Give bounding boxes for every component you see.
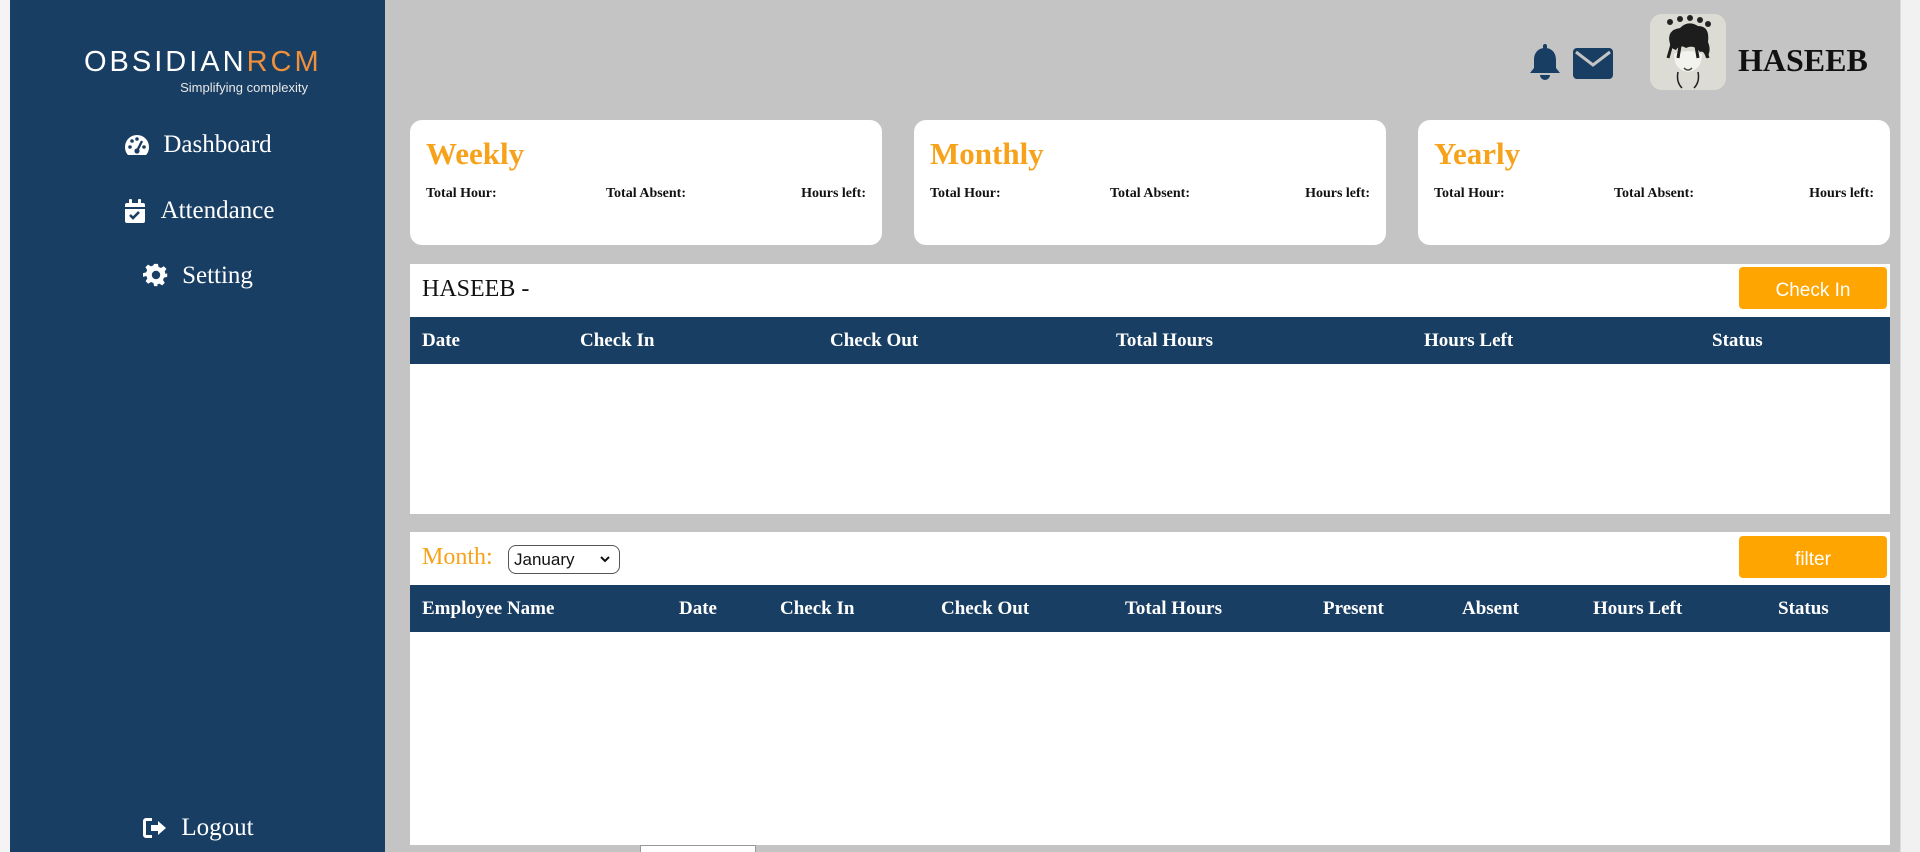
gear-icon [143,263,168,287]
column-header-date[interactable]: Date [679,585,717,632]
column-header-check-out[interactable]: Check Out [941,585,1029,632]
filter-button[interactable]: filter [1739,536,1887,578]
check-in-button[interactable]: Check In [1739,267,1887,309]
month-label: Month: [422,544,493,570]
sidebar-item-label: Dashboard [163,131,272,158]
logo-wordmark: OBSIDIANRCM [84,44,320,80]
user-name: HASEEB [1738,42,1868,78]
column-header-total-hours[interactable]: Total Hours [1125,585,1222,632]
total-hour-label: Total Hour: [1434,186,1505,201]
column-header-present[interactable]: Present [1323,585,1384,632]
column-header-hours-left[interactable]: Hours Left [1424,317,1513,364]
card-title: Yearly [1434,136,1521,171]
column-header-status[interactable]: Status [1778,585,1829,632]
sidebar-item-setting[interactable]: Setting [10,256,385,296]
avatar[interactable] [1650,14,1726,90]
report-table-header: Employee Name Date Check In Check Out To… [410,585,1890,632]
logout-icon [143,818,167,838]
attendance-table-body [410,364,1890,514]
sidebar-item-dashboard[interactable]: Dashboard [10,125,385,165]
column-header-status[interactable]: Status [1712,317,1763,364]
total-hour-label: Total Hour: [426,186,497,201]
envelope-icon[interactable] [1573,48,1613,79]
calendar-check-icon [124,199,145,223]
sidebar-item-attendance[interactable]: Attendance [10,191,385,231]
logout-label: Logout [181,814,254,841]
avatar-image [1650,14,1726,90]
bell-icon[interactable] [1527,44,1563,82]
yearly-card: Yearly Total Hour: Total Absent: Hours l… [1418,120,1890,245]
pagination-stub [640,845,756,852]
column-header-check-in[interactable]: Check In [780,585,854,632]
column-header-check-in[interactable]: Check In [580,317,654,364]
logo: OBSIDIANRCM Simplifying complexity [84,44,320,100]
logo-tagline: Simplifying complexity [180,80,308,95]
chevron-down-icon [600,556,610,563]
logo-wordmark-primary: OBSIDIAN [84,46,247,78]
logout-button[interactable]: Logout [10,808,385,848]
window-left-edge [0,0,10,852]
column-header-employee-name[interactable]: Employee Name [422,585,554,632]
column-header-check-out[interactable]: Check Out [830,317,918,364]
month-select[interactable]: January [508,545,620,574]
sidebar-item-label: Attendance [160,197,275,224]
column-header-total-hours[interactable]: Total Hours [1116,317,1213,364]
gauge-icon [125,135,150,155]
total-absent-label: Total Absent: [1110,186,1191,201]
attendance-panel: HASEEB - Check In Date Check In Check Ou… [410,264,1890,514]
total-absent-label: Total Absent: [606,186,687,201]
card-title: Weekly [426,136,525,171]
column-header-date[interactable]: Date [422,317,460,364]
logo-wordmark-accent: RCM [246,46,322,78]
hours-left-label: Hours left: [1305,186,1370,201]
total-hour-label: Total Hour: [930,186,1001,201]
report-panel: Month: January filter Employee Name Date… [410,532,1890,845]
weekly-card: Weekly Total Hour: Total Absent: Hours l… [410,120,882,245]
monthly-card: Monthly Total Hour: Total Absent: Hours … [914,120,1386,245]
card-title: Monthly [930,136,1044,171]
sidebar-item-label: Setting [182,262,253,289]
total-absent-label: Total Absent: [1614,186,1695,201]
attendance-title: HASEEB - [422,276,530,302]
hours-left-label: Hours left: [1809,186,1874,201]
scrollbar-track[interactable] [1900,0,1920,852]
column-header-hours-left[interactable]: Hours Left [1593,585,1682,632]
attendance-table-header: Date Check In Check Out Total Hours Hour… [410,317,1890,364]
column-header-absent[interactable]: Absent [1462,585,1519,632]
sidebar: OBSIDIANRCM Simplifying complexity Dashb… [10,0,385,852]
hours-left-label: Hours left: [801,186,866,201]
month-select-value: January [514,550,575,569]
report-table-body [410,632,1890,845]
